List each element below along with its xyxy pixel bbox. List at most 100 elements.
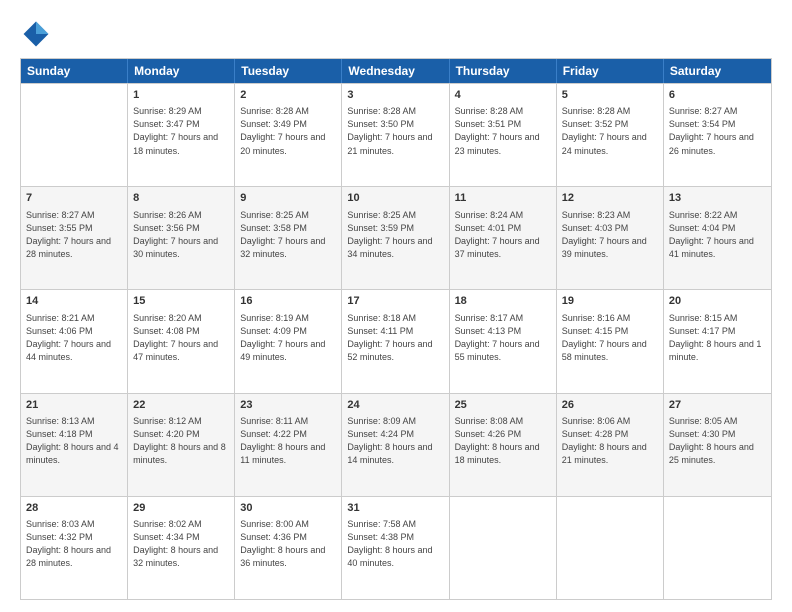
calendar-cell: 2 Sunrise: 8:28 AMSunset: 3:49 PMDaylight… <box>235 84 342 186</box>
calendar: SundayMondayTuesdayWednesdayThursdayFrid… <box>20 58 772 600</box>
calendar-row-0: 1 Sunrise: 8:29 AMSunset: 3:47 PMDaylight… <box>21 83 771 186</box>
day-number: 31 <box>347 501 443 516</box>
calendar-cell: 28 Sunrise: 8:03 AMSunset: 4:32 PMDayligh… <box>21 497 128 599</box>
calendar-cell <box>450 497 557 599</box>
day-number: 2 <box>240 88 336 103</box>
day-number: 23 <box>240 398 336 413</box>
calendar-cell: 29 Sunrise: 8:02 AMSunset: 4:34 PMDayligh… <box>128 497 235 599</box>
calendar-cell: 5Sunrise: 8:28 AMSunset: 3:52 PMDaylight… <box>557 84 664 186</box>
header-day-tuesday: Tuesday <box>235 59 342 83</box>
cell-info: Sunrise: 8:08 AMSunset: 4:26 PMDaylight:… <box>455 415 551 467</box>
day-number: 15 <box>133 294 229 309</box>
calendar-cell: 26 Sunrise: 8:06 AMSunset: 4:28 PMDayligh… <box>557 394 664 496</box>
cell-info: Sunrise: 8:03 AMSunset: 4:32 PMDaylight:… <box>26 518 122 570</box>
day-number: 1 <box>133 88 229 103</box>
cell-info: Sunrise: 8:00 AMSunset: 4:36 PMDaylight:… <box>240 518 336 570</box>
cell-info: Sunrise: 7:58 AMSunset: 4:38 PMDaylight:… <box>347 518 443 570</box>
cell-info: Sunrise: 8:18 AMSunset: 4:11 PMDaylight:… <box>347 312 443 364</box>
header-day-saturday: Saturday <box>664 59 771 83</box>
day-number: 17 <box>347 294 443 309</box>
cell-info: Sunrise: 8:22 AMSunset: 4:04 PMDaylight:… <box>669 209 766 261</box>
day-number: 19 <box>562 294 658 309</box>
cell-info: Sunrise: 8:29 AMSunset: 3:47 PMDaylight:… <box>133 105 229 157</box>
day-number: 22 <box>133 398 229 413</box>
cell-info: Sunrise: 8:21 AMSunset: 4:06 PMDaylight:… <box>26 312 122 364</box>
day-number: 24 <box>347 398 443 413</box>
calendar-cell: 13 Sunrise: 8:22 AMSunset: 4:04 PMDayligh… <box>664 187 771 289</box>
cell-info: Sunrise: 8:26 AMSunset: 3:56 PMDaylight:… <box>133 209 229 261</box>
calendar-cell: 20 Sunrise: 8:15 AMSunset: 4:17 PMDayligh… <box>664 290 771 392</box>
day-number: 9 <box>240 191 336 206</box>
cell-info: Sunrise: 8:27 AMSunset: 3:54 PMDaylight:… <box>669 105 766 157</box>
day-number: 27 <box>669 398 766 413</box>
day-number: 8 <box>133 191 229 206</box>
calendar-cell: 27 Sunrise: 8:05 AMSunset: 4:30 PMDayligh… <box>664 394 771 496</box>
calendar-cell: 21 Sunrise: 8:13 AMSunset: 4:18 PMDayligh… <box>21 394 128 496</box>
cell-info: Sunrise: 8:06 AMSunset: 4:28 PMDaylight:… <box>562 415 658 467</box>
calendar-body: 1 Sunrise: 8:29 AMSunset: 3:47 PMDaylight… <box>21 83 771 599</box>
header-day-thursday: Thursday <box>450 59 557 83</box>
calendar-cell: 17 Sunrise: 8:18 AMSunset: 4:11 PMDayligh… <box>342 290 449 392</box>
cell-info: Sunrise: 8:28 AMSunset: 3:49 PMDaylight:… <box>240 105 336 157</box>
day-number: 12 <box>562 191 658 206</box>
day-number: 3 <box>347 88 443 103</box>
cell-info: Sunrise: 8:02 AMSunset: 4:34 PMDaylight:… <box>133 518 229 570</box>
calendar-cell: 31 Sunrise: 7:58 AMSunset: 4:38 PMDayligh… <box>342 497 449 599</box>
cell-info: Sunrise: 8:25 AMSunset: 3:59 PMDaylight:… <box>347 209 443 261</box>
calendar-row-2: 14Sunrise: 8:21 AMSunset: 4:06 PMDayligh… <box>21 289 771 392</box>
header-day-wednesday: Wednesday <box>342 59 449 83</box>
calendar-cell: 16 Sunrise: 8:19 AMSunset: 4:09 PMDayligh… <box>235 290 342 392</box>
calendar-cell: 3 Sunrise: 8:28 AMSunset: 3:50 PMDaylight… <box>342 84 449 186</box>
cell-info: Sunrise: 8:11 AMSunset: 4:22 PMDaylight:… <box>240 415 336 467</box>
page: SundayMondayTuesdayWednesdayThursdayFrid… <box>0 0 792 612</box>
day-number: 5 <box>562 88 658 103</box>
cell-info: Sunrise: 8:09 AMSunset: 4:24 PMDaylight:… <box>347 415 443 467</box>
day-number: 7 <box>26 191 122 206</box>
day-number: 18 <box>455 294 551 309</box>
calendar-row-1: 7 Sunrise: 8:27 AMSunset: 3:55 PMDaylight… <box>21 186 771 289</box>
calendar-cell: 1 Sunrise: 8:29 AMSunset: 3:47 PMDaylight… <box>128 84 235 186</box>
logo-icon <box>20 18 52 50</box>
calendar-row-3: 21 Sunrise: 8:13 AMSunset: 4:18 PMDayligh… <box>21 393 771 496</box>
day-number: 26 <box>562 398 658 413</box>
cell-info: Sunrise: 8:05 AMSunset: 4:30 PMDaylight:… <box>669 415 766 467</box>
day-number: 20 <box>669 294 766 309</box>
cell-info: Sunrise: 8:27 AMSunset: 3:55 PMDaylight:… <box>26 209 122 261</box>
day-number: 21 <box>26 398 122 413</box>
day-number: 11 <box>455 191 551 206</box>
day-number: 29 <box>133 501 229 516</box>
calendar-cell <box>664 497 771 599</box>
calendar-cell: 11 Sunrise: 8:24 AMSunset: 4:01 PMDayligh… <box>450 187 557 289</box>
calendar-cell: 25 Sunrise: 8:08 AMSunset: 4:26 PMDayligh… <box>450 394 557 496</box>
day-number: 10 <box>347 191 443 206</box>
cell-info: Sunrise: 8:13 AMSunset: 4:18 PMDaylight:… <box>26 415 122 467</box>
day-number: 16 <box>240 294 336 309</box>
calendar-row-4: 28 Sunrise: 8:03 AMSunset: 4:32 PMDayligh… <box>21 496 771 599</box>
calendar-cell: 10 Sunrise: 8:25 AMSunset: 3:59 PMDayligh… <box>342 187 449 289</box>
logo <box>20 18 56 50</box>
cell-info: Sunrise: 8:15 AMSunset: 4:17 PMDaylight:… <box>669 312 766 364</box>
calendar-cell: 15 Sunrise: 8:20 AMSunset: 4:08 PMDayligh… <box>128 290 235 392</box>
cell-info: Sunrise: 8:25 AMSunset: 3:58 PMDaylight:… <box>240 209 336 261</box>
cell-info: Sunrise: 8:24 AMSunset: 4:01 PMDaylight:… <box>455 209 551 261</box>
calendar-cell <box>557 497 664 599</box>
header-day-friday: Friday <box>557 59 664 83</box>
cell-info: Sunrise: 8:19 AMSunset: 4:09 PMDaylight:… <box>240 312 336 364</box>
calendar-cell: 22 Sunrise: 8:12 AMSunset: 4:20 PMDayligh… <box>128 394 235 496</box>
calendar-cell: 19Sunrise: 8:16 AMSunset: 4:15 PMDayligh… <box>557 290 664 392</box>
calendar-cell: 14Sunrise: 8:21 AMSunset: 4:06 PMDayligh… <box>21 290 128 392</box>
cell-info: Sunrise: 8:20 AMSunset: 4:08 PMDaylight:… <box>133 312 229 364</box>
cell-info: Sunrise: 8:12 AMSunset: 4:20 PMDaylight:… <box>133 415 229 467</box>
calendar-cell: 23 Sunrise: 8:11 AMSunset: 4:22 PMDayligh… <box>235 394 342 496</box>
calendar-cell: 12Sunrise: 8:23 AMSunset: 4:03 PMDayligh… <box>557 187 664 289</box>
calendar-cell: 4Sunrise: 8:28 AMSunset: 3:51 PMDaylight… <box>450 84 557 186</box>
day-number: 30 <box>240 501 336 516</box>
header <box>20 18 772 50</box>
day-number: 6 <box>669 88 766 103</box>
day-number: 25 <box>455 398 551 413</box>
cell-info: Sunrise: 8:28 AMSunset: 3:50 PMDaylight:… <box>347 105 443 157</box>
calendar-cell <box>21 84 128 186</box>
calendar-cell: 8 Sunrise: 8:26 AMSunset: 3:56 PMDaylight… <box>128 187 235 289</box>
day-number: 13 <box>669 191 766 206</box>
day-number: 28 <box>26 501 122 516</box>
